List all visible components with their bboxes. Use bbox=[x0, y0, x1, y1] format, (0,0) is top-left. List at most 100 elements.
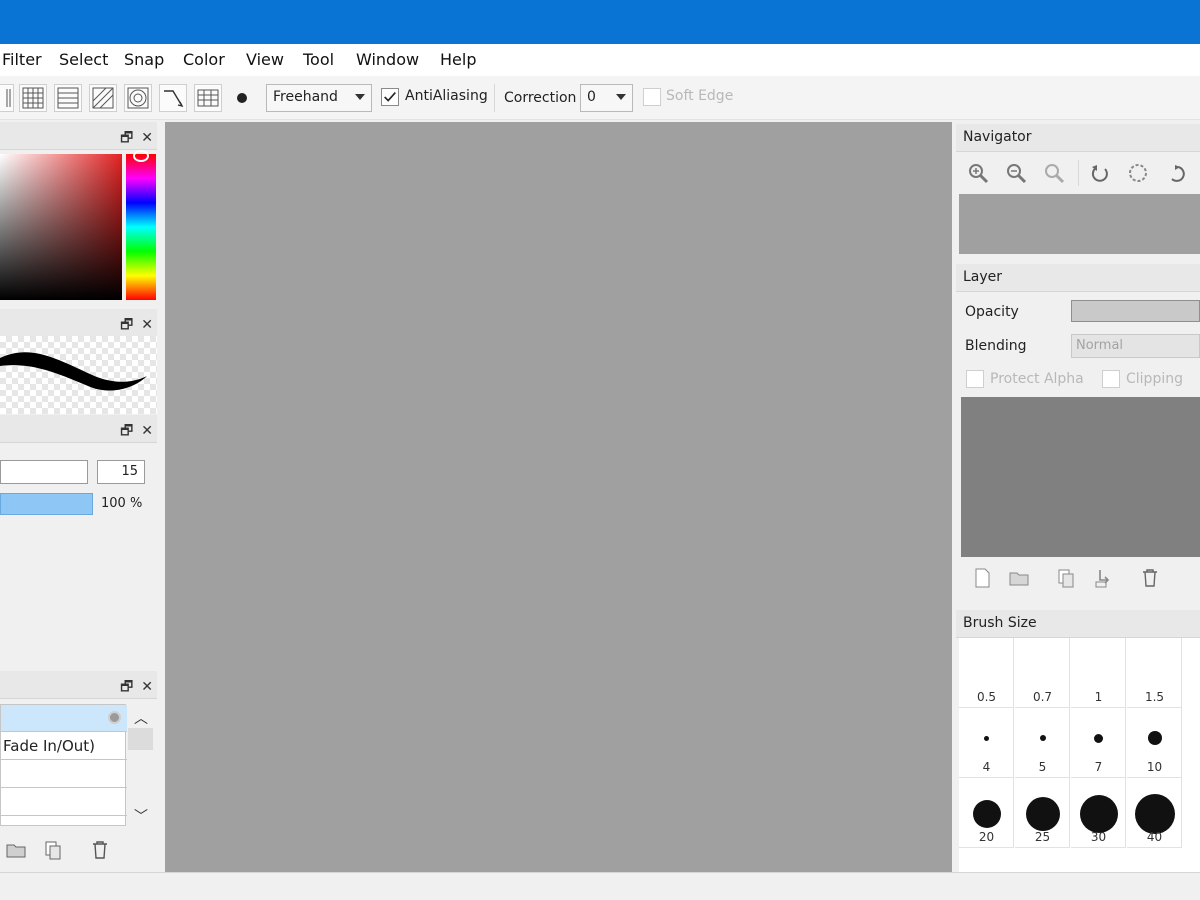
brush-size-input[interactable]: 15 bbox=[97, 460, 145, 484]
close-panel-icon[interactable]: ✕ bbox=[141, 679, 153, 695]
antialiasing-checkbox[interactable] bbox=[381, 88, 399, 106]
scroll-up-icon[interactable]: ︿ bbox=[134, 708, 148, 728]
menu-filter[interactable]: Filter bbox=[2, 50, 42, 69]
layer-panel-header: Layer bbox=[956, 264, 1200, 292]
float-panel-icon[interactable]: 🗗 bbox=[120, 130, 133, 146]
close-panel-icon[interactable]: ✕ bbox=[141, 423, 153, 439]
curve-mode-value: Freehand bbox=[273, 89, 338, 105]
menu-tool[interactable]: Tool bbox=[303, 50, 334, 69]
delete-layer-icon[interactable] bbox=[1138, 566, 1162, 590]
brush-size-cell[interactable]: 0.7 bbox=[1015, 638, 1070, 708]
float-panel-icon[interactable]: 🗗 bbox=[120, 317, 133, 333]
hue-slider[interactable] bbox=[126, 154, 156, 300]
brush-size-dot bbox=[1147, 731, 1162, 745]
color-saturation-value-picker[interactable] bbox=[0, 154, 122, 300]
snap-grid-icon[interactable] bbox=[19, 84, 47, 112]
panel-header-buttons: 🗗 ✕ bbox=[112, 314, 153, 338]
blending-select[interactable]: Normal bbox=[1071, 334, 1200, 358]
new-layer-icon[interactable] bbox=[970, 566, 994, 590]
merge-layer-icon[interactable] bbox=[1092, 566, 1116, 590]
brush-list-item[interactable] bbox=[1, 705, 127, 732]
brush-size-label: 1.5 bbox=[1144, 690, 1165, 704]
opacity-slider[interactable] bbox=[1071, 300, 1200, 322]
menu-view[interactable]: View bbox=[246, 50, 284, 69]
scrollbar-thumb[interactable] bbox=[128, 728, 153, 750]
soft-edge-label: Soft Edge bbox=[666, 88, 734, 104]
close-panel-icon[interactable]: ✕ bbox=[141, 130, 153, 146]
snap-vanishing-point-icon[interactable] bbox=[159, 84, 187, 112]
clipping-checkbox[interactable] bbox=[1102, 370, 1120, 388]
reset-rotation-icon[interactable] bbox=[1126, 161, 1150, 185]
brush-size-dot bbox=[972, 800, 1001, 828]
snap-perspective-icon[interactable] bbox=[194, 84, 222, 112]
menu-color[interactable]: Color bbox=[183, 50, 225, 69]
drawing-canvas[interactable] bbox=[165, 122, 952, 872]
brush-size-cell[interactable]: 0.5 bbox=[959, 638, 1014, 708]
hue-marker[interactable] bbox=[133, 150, 149, 162]
antialiasing-label: AntiAliasing bbox=[405, 88, 488, 104]
brush-size-label: 0.5 bbox=[976, 690, 997, 704]
rotate-right-icon[interactable] bbox=[1164, 161, 1188, 185]
brush-size-cell[interactable]: 4 bbox=[959, 708, 1014, 778]
soft-edge-checkbox[interactable] bbox=[643, 88, 661, 106]
brush-list-item[interactable] bbox=[1, 789, 127, 816]
navigator-preview[interactable] bbox=[959, 194, 1200, 254]
brush-size-dot bbox=[1039, 735, 1046, 741]
brush-size-cell[interactable]: 7 bbox=[1071, 708, 1126, 778]
brush-density-slider[interactable] bbox=[0, 493, 93, 515]
correction-label: Correction bbox=[504, 90, 577, 106]
correction-select[interactable]: 0 bbox=[580, 84, 633, 112]
close-panel-icon[interactable]: ✕ bbox=[141, 317, 153, 333]
snap-diagonal-icon[interactable] bbox=[89, 84, 117, 112]
brush-size-cell[interactable]: 30 bbox=[1071, 778, 1126, 848]
brush-size-slider[interactable] bbox=[0, 460, 88, 484]
brush-size-cell[interactable]: 10 bbox=[1127, 708, 1182, 778]
menu-select[interactable]: Select bbox=[59, 50, 108, 69]
new-folder-icon[interactable] bbox=[4, 838, 28, 862]
float-panel-icon[interactable]: 🗗 bbox=[120, 679, 133, 695]
checkmark-icon bbox=[384, 92, 396, 102]
zoom-out-icon[interactable] bbox=[1004, 161, 1028, 185]
clipping-label: Clipping bbox=[1126, 371, 1183, 387]
chevron-down-icon bbox=[355, 94, 365, 100]
copy-layer-icon[interactable] bbox=[1054, 566, 1078, 590]
status-bar bbox=[0, 872, 1200, 900]
copy-brush-icon[interactable] bbox=[41, 838, 65, 862]
brush-size-label: 30 bbox=[1090, 830, 1107, 844]
brush-size-cell[interactable]: 1.5 bbox=[1127, 638, 1182, 708]
menu-window[interactable]: Window bbox=[356, 50, 419, 69]
brush-size-label: 0.7 bbox=[1032, 690, 1053, 704]
brush-size-cell[interactable]: 1 bbox=[1071, 638, 1126, 708]
brush-size-cell[interactable]: 25 bbox=[1015, 778, 1070, 848]
snap-horizontal-lines-icon[interactable] bbox=[54, 84, 82, 112]
correction-value: 0 bbox=[587, 89, 596, 105]
snap-vertical-lines-icon[interactable] bbox=[0, 84, 14, 112]
menu-snap[interactable]: Snap bbox=[124, 50, 164, 69]
brush-size-title: Brush Size bbox=[963, 615, 1037, 631]
gear-icon[interactable] bbox=[108, 711, 121, 724]
brush-size-cell[interactable]: 5 bbox=[1015, 708, 1070, 778]
brush-list-item[interactable]: Fade In/Out) bbox=[1, 733, 127, 760]
float-panel-icon[interactable]: 🗗 bbox=[120, 423, 133, 439]
trash-icon[interactable] bbox=[88, 838, 112, 862]
protect-alpha-checkbox[interactable] bbox=[966, 370, 984, 388]
brush-size-cell[interactable]: 20 bbox=[959, 778, 1014, 848]
chevron-down-icon bbox=[616, 94, 626, 100]
brush-list-item[interactable] bbox=[1, 761, 127, 788]
brush-control-panel-header: 🗗 ✕ bbox=[0, 415, 157, 443]
new-layer-folder-icon[interactable] bbox=[1007, 566, 1031, 590]
menu-help[interactable]: Help bbox=[440, 50, 476, 69]
blending-label: Blending bbox=[965, 338, 1027, 354]
brush-dot-icon[interactable] bbox=[237, 93, 247, 103]
brush-size-cell[interactable]: 40 bbox=[1127, 778, 1182, 848]
panel-header-buttons: 🗗 ✕ bbox=[112, 676, 153, 700]
zoom-fit-icon[interactable] bbox=[1042, 161, 1066, 185]
scroll-down-icon[interactable]: ﹀ bbox=[134, 806, 148, 826]
zoom-in-icon[interactable] bbox=[966, 161, 990, 185]
snap-concentric-icon[interactable] bbox=[124, 84, 152, 112]
opacity-label: Opacity bbox=[965, 304, 1019, 320]
layer-list[interactable] bbox=[961, 397, 1200, 557]
protect-alpha-label: Protect Alpha bbox=[990, 371, 1084, 387]
rotate-left-icon[interactable] bbox=[1088, 161, 1112, 185]
curve-mode-select[interactable]: Freehand bbox=[266, 84, 372, 112]
